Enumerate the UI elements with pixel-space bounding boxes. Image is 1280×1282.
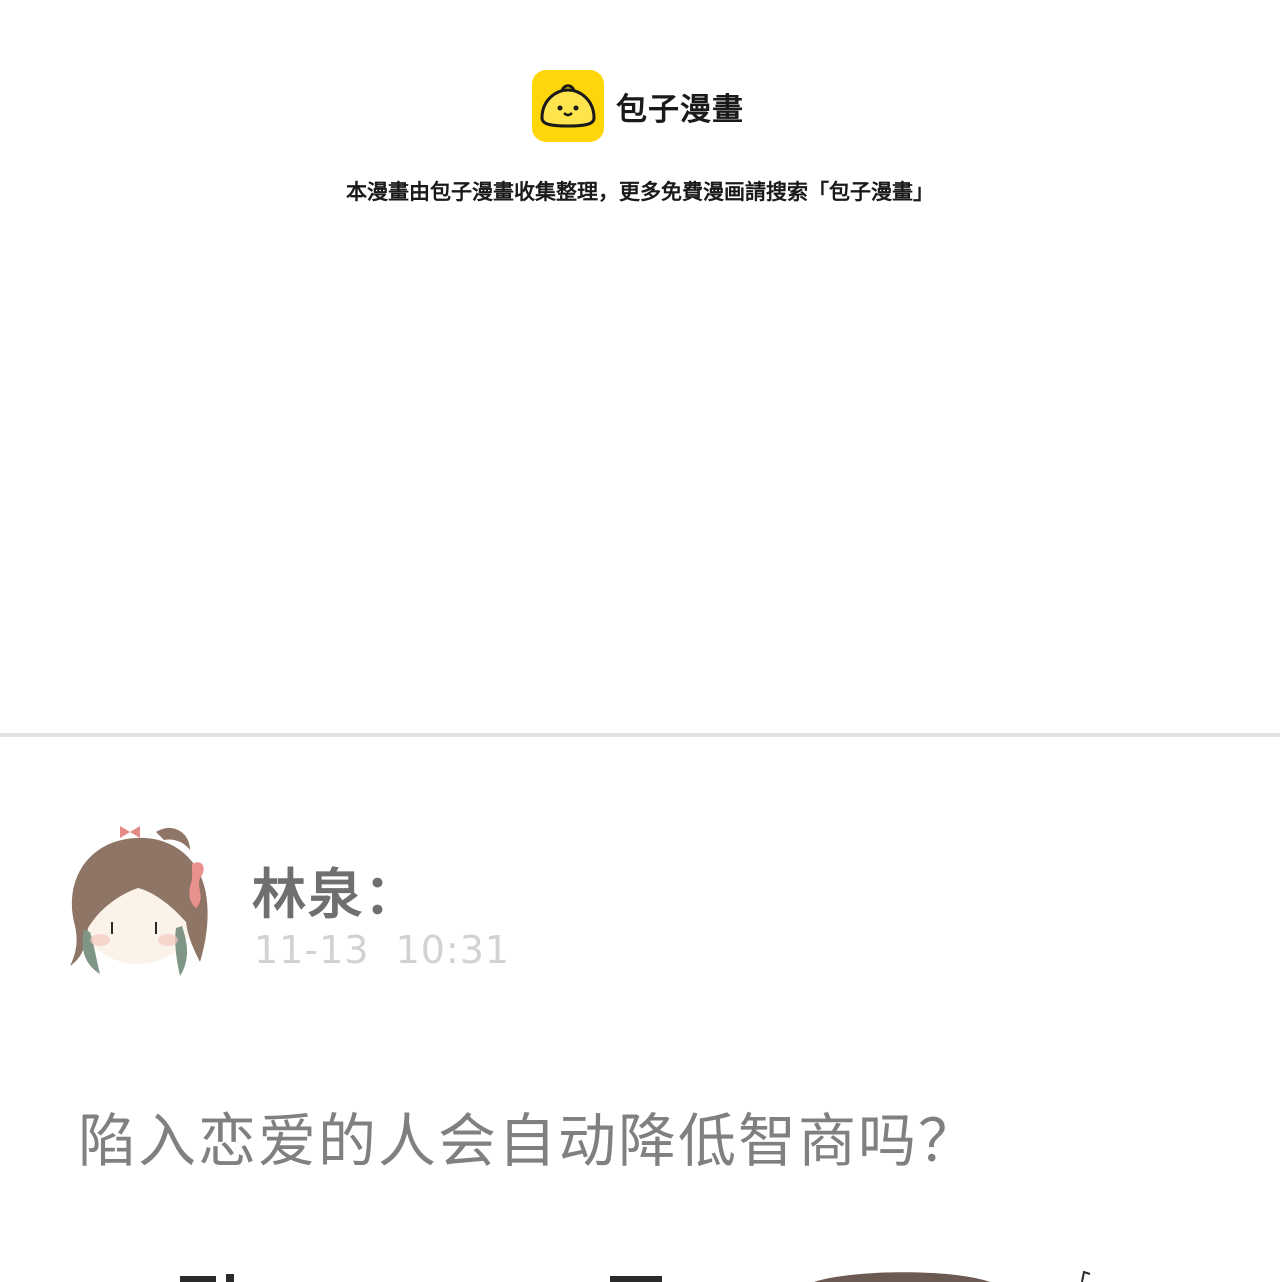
- author-name: 林泉：: [252, 863, 420, 926]
- post-question: 陷入恋爱的人会自动降低智商吗？: [78, 1107, 979, 1175]
- girl-avatar-icon: [60, 818, 216, 982]
- collection-notice: 本漫畫由包子漫畫收集整理，更多免費漫画請搜索「包子漫畫」: [346, 180, 934, 204]
- brand-name: 包子漫畫: [616, 91, 744, 128]
- post-timestamp: 11-13 10:31: [254, 928, 511, 972]
- divider: [0, 733, 1280, 737]
- steamed-bun-icon: [532, 70, 604, 142]
- brand-header: 包子漫畫: [532, 70, 744, 142]
- comic-art-fragment: [0, 1262, 1280, 1282]
